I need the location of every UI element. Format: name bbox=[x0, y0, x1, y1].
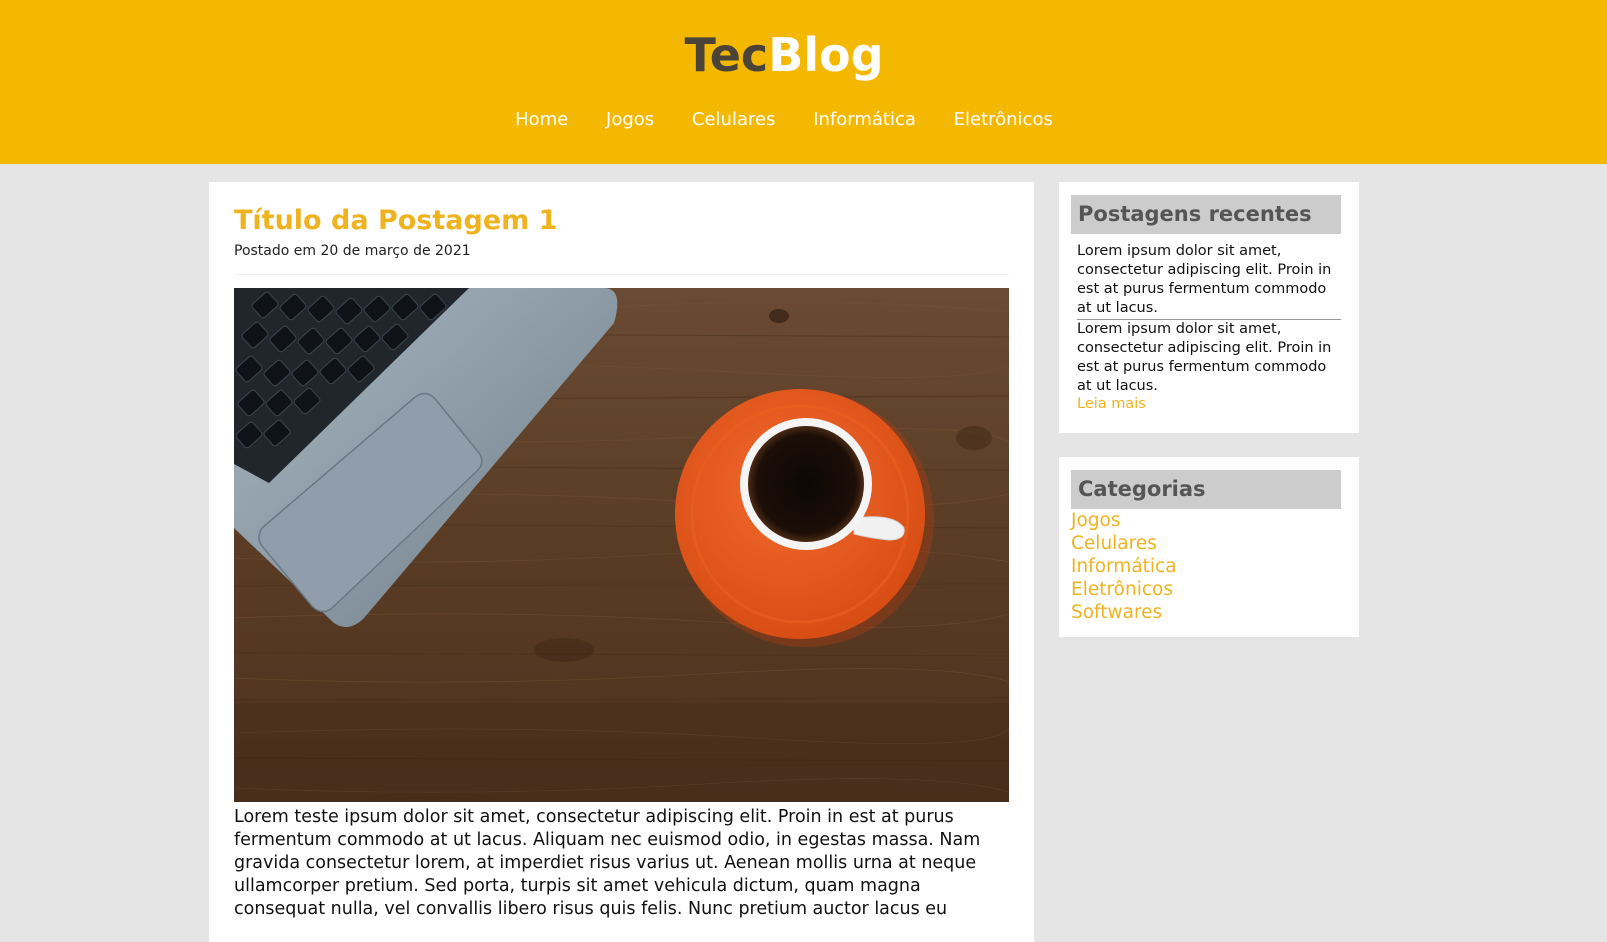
post-card: Título da Postagem 1 Postado em 20 de ma… bbox=[209, 182, 1034, 942]
nav-informatica[interactable]: Informática bbox=[813, 107, 916, 133]
post-body: Lorem teste ipsum dolor sit amet, consec… bbox=[234, 807, 981, 919]
logo-blog: Blog bbox=[768, 28, 884, 82]
category-list: Jogos Celulares Informática Eletrônicos … bbox=[1071, 509, 1177, 624]
post-date: Postado em 20 de março de 2021 bbox=[234, 243, 471, 259]
category-item: Celulares bbox=[1071, 532, 1177, 555]
category-link-informatica[interactable]: Informática bbox=[1071, 556, 1177, 577]
nav-jogos[interactable]: Jogos bbox=[606, 107, 654, 133]
category-item: Jogos bbox=[1071, 509, 1177, 532]
recent-posts-title: Postagens recentes bbox=[1071, 195, 1341, 234]
post-divider bbox=[234, 274, 1009, 275]
recent-posts-widget: Postagens recentes Lorem ipsum dolor sit… bbox=[1059, 182, 1359, 433]
recent-post-item[interactable]: Lorem ipsum dolor sit amet, consectetur … bbox=[1077, 320, 1341, 396]
category-link-eletronicos[interactable]: Eletrônicos bbox=[1071, 579, 1173, 600]
categories-widget: Categorias Jogos Celulares Informática E… bbox=[1059, 457, 1359, 637]
category-link-softwares[interactable]: Softwares bbox=[1071, 602, 1162, 623]
category-item: Eletrônicos bbox=[1071, 578, 1177, 601]
category-link-celulares[interactable]: Celulares bbox=[1071, 533, 1157, 554]
site-logo[interactable]: TecBlog bbox=[0, 26, 1568, 84]
post-image bbox=[234, 288, 1009, 802]
nav-eletronicos[interactable]: Eletrônicos bbox=[954, 107, 1053, 133]
logo-tec: Tec bbox=[684, 28, 769, 82]
laptop-coffee-illustration bbox=[234, 288, 1009, 802]
nav-home[interactable]: Home bbox=[515, 107, 568, 133]
main-nav: Home Jogos Celulares Informática Eletrôn… bbox=[0, 107, 1568, 133]
nav-celulares[interactable]: Celulares bbox=[692, 107, 776, 133]
category-item: Softwares bbox=[1071, 601, 1177, 624]
category-item: Informática bbox=[1071, 555, 1177, 578]
site-header: TecBlog Home Jogos Celulares Informática… bbox=[0, 0, 1607, 164]
post-title[interactable]: Título da Postagem 1 bbox=[234, 204, 557, 238]
category-link-jogos[interactable]: Jogos bbox=[1071, 510, 1120, 531]
read-more-link[interactable]: Leia mais bbox=[1077, 395, 1146, 414]
recent-post-item[interactable]: Lorem ipsum dolor sit amet, consectetur … bbox=[1077, 242, 1341, 320]
categories-title: Categorias bbox=[1071, 470, 1341, 509]
